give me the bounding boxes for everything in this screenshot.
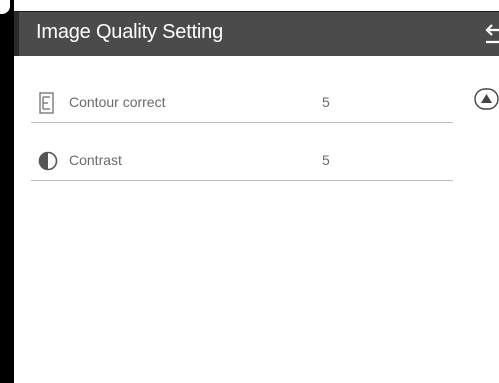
contrast-icon	[38, 150, 58, 172]
scroll-up-icon	[474, 88, 499, 110]
bezel-left	[0, 0, 14, 383]
return-arrow-icon	[485, 24, 499, 44]
screen: Image Quality Setting Contour correct 5	[0, 0, 499, 383]
setting-value: 5	[322, 94, 330, 110]
setting-row-contour-correct[interactable]: Contour correct 5	[31, 82, 453, 123]
settings-list: Contour correct 5 Contrast 5	[14, 56, 499, 383]
setting-value: 5	[322, 152, 330, 168]
back-button[interactable]	[482, 20, 499, 48]
contour-icon	[38, 92, 56, 114]
setting-row-contrast[interactable]: Contrast 5	[31, 140, 453, 181]
setting-label: Contrast	[69, 152, 122, 168]
title-bar: Image Quality Setting	[14, 11, 499, 56]
page-title: Image Quality Setting	[36, 21, 224, 43]
scroll-up-button[interactable]	[474, 88, 499, 110]
setting-label: Contour correct	[69, 94, 166, 110]
